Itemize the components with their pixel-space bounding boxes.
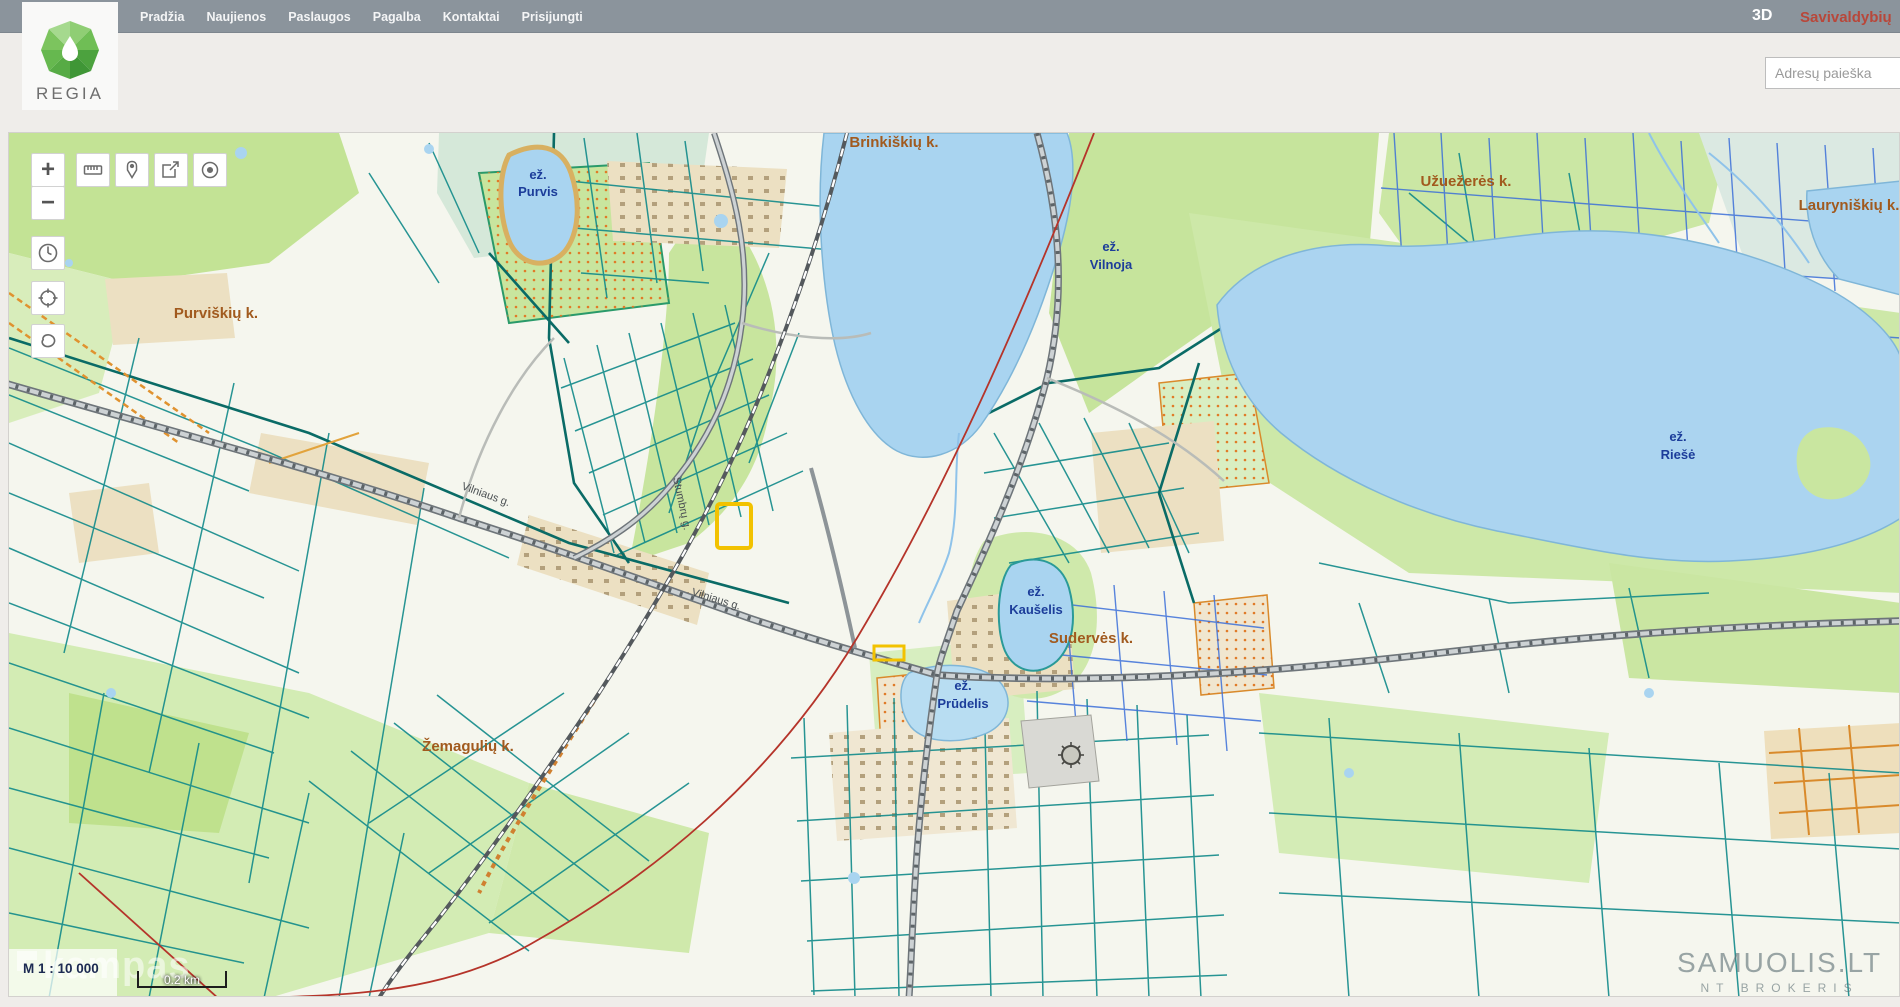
share-icon xyxy=(161,160,181,180)
logo-area[interactable]: REGIA xyxy=(22,2,118,110)
menu-item-pradzia[interactable]: Pradžia xyxy=(140,10,184,24)
lasso-icon xyxy=(37,330,59,352)
menu-item-naujienos[interactable]: Naujienos xyxy=(206,10,266,24)
label-prudelis: Prūdelis xyxy=(937,696,988,711)
target-icon xyxy=(200,160,220,180)
label-riese: Riešė xyxy=(1661,447,1696,462)
measure-button[interactable] xyxy=(76,153,110,187)
top-navbar: Pradžia Naujienos Paslaugos Pagalba Kont… xyxy=(0,0,1900,33)
zoom-out-button[interactable]: − xyxy=(31,186,65,220)
scale-ratio: M 1 : 10 000 xyxy=(23,961,99,976)
main-menu: Pradžia Naujienos Paslaugos Pagalba Kont… xyxy=(140,0,583,33)
history-button[interactable] xyxy=(31,236,65,270)
menu-item-paslaugos[interactable]: Paslaugos xyxy=(288,10,351,24)
map-canvas: Brinkiškių k. Užuežerės k. Lauryniškių k… xyxy=(9,133,1900,997)
savivaldybiu-link[interactable]: Savivaldybių xyxy=(1800,9,1892,26)
scale-bar: 0.2 km xyxy=(137,971,227,988)
menu-item-pagalba[interactable]: Pagalba xyxy=(373,10,421,24)
crosshair-button[interactable] xyxy=(31,281,65,315)
minus-icon: − xyxy=(41,189,55,217)
label-ez-kauselis: ež. xyxy=(1027,584,1044,599)
lake-purvis xyxy=(501,147,577,263)
mode-3d-button[interactable]: 3D xyxy=(1752,7,1772,25)
address-search xyxy=(1765,57,1900,89)
label-purviskiu: Purviškių k. xyxy=(174,305,258,322)
label-ez-prudelis: ež. xyxy=(954,678,971,693)
label-suderves: Sudervės k. xyxy=(1049,630,1133,647)
scale-bar-label: 0.2 km xyxy=(164,973,200,987)
label-zemaguliu: Žemagulių k. xyxy=(422,737,514,755)
label-uzuezeres: Užuežerės k. xyxy=(1421,173,1512,190)
monument-symbol xyxy=(1021,715,1099,788)
samuolis-watermark: SAMUOLIS.LT NT BROKERIS xyxy=(1677,947,1882,995)
label-ez-vilnoja: ež. xyxy=(1102,239,1119,254)
regia-gem-icon xyxy=(36,18,104,84)
crosshair-icon xyxy=(37,287,59,309)
label-ez-purvis: ež. xyxy=(529,167,546,182)
plus-icon: + xyxy=(41,156,55,184)
pin-icon xyxy=(122,160,142,180)
search-input[interactable] xyxy=(1766,58,1900,88)
brand-name: REGIA xyxy=(22,84,118,104)
label-vilnoja: Vilnoja xyxy=(1090,257,1133,272)
target-button[interactable] xyxy=(193,153,227,187)
history-clock-icon xyxy=(37,242,59,264)
location-pin-button[interactable] xyxy=(115,153,149,187)
label-purvis: Purvis xyxy=(518,184,558,199)
label-kauselis: Kaušelis xyxy=(1009,602,1062,617)
menu-item-prisijungti[interactable]: Prisijungti xyxy=(522,10,583,24)
menu-item-kontaktai[interactable]: Kontaktai xyxy=(443,10,500,24)
zoom-in-button[interactable]: + xyxy=(31,153,65,187)
label-lauryniskiu: Lauryniškių k. xyxy=(1799,197,1900,214)
map-viewport[interactable]: Brinkiškių k. Užuežerės k. Lauryniškių k… xyxy=(8,132,1900,997)
label-brinkiskiu: Brinkiškių k. xyxy=(849,134,938,151)
share-button[interactable] xyxy=(154,153,188,187)
lasso-button[interactable] xyxy=(31,324,65,358)
label-ez-riese: ež. xyxy=(1669,429,1686,444)
measure-icon xyxy=(83,160,103,180)
